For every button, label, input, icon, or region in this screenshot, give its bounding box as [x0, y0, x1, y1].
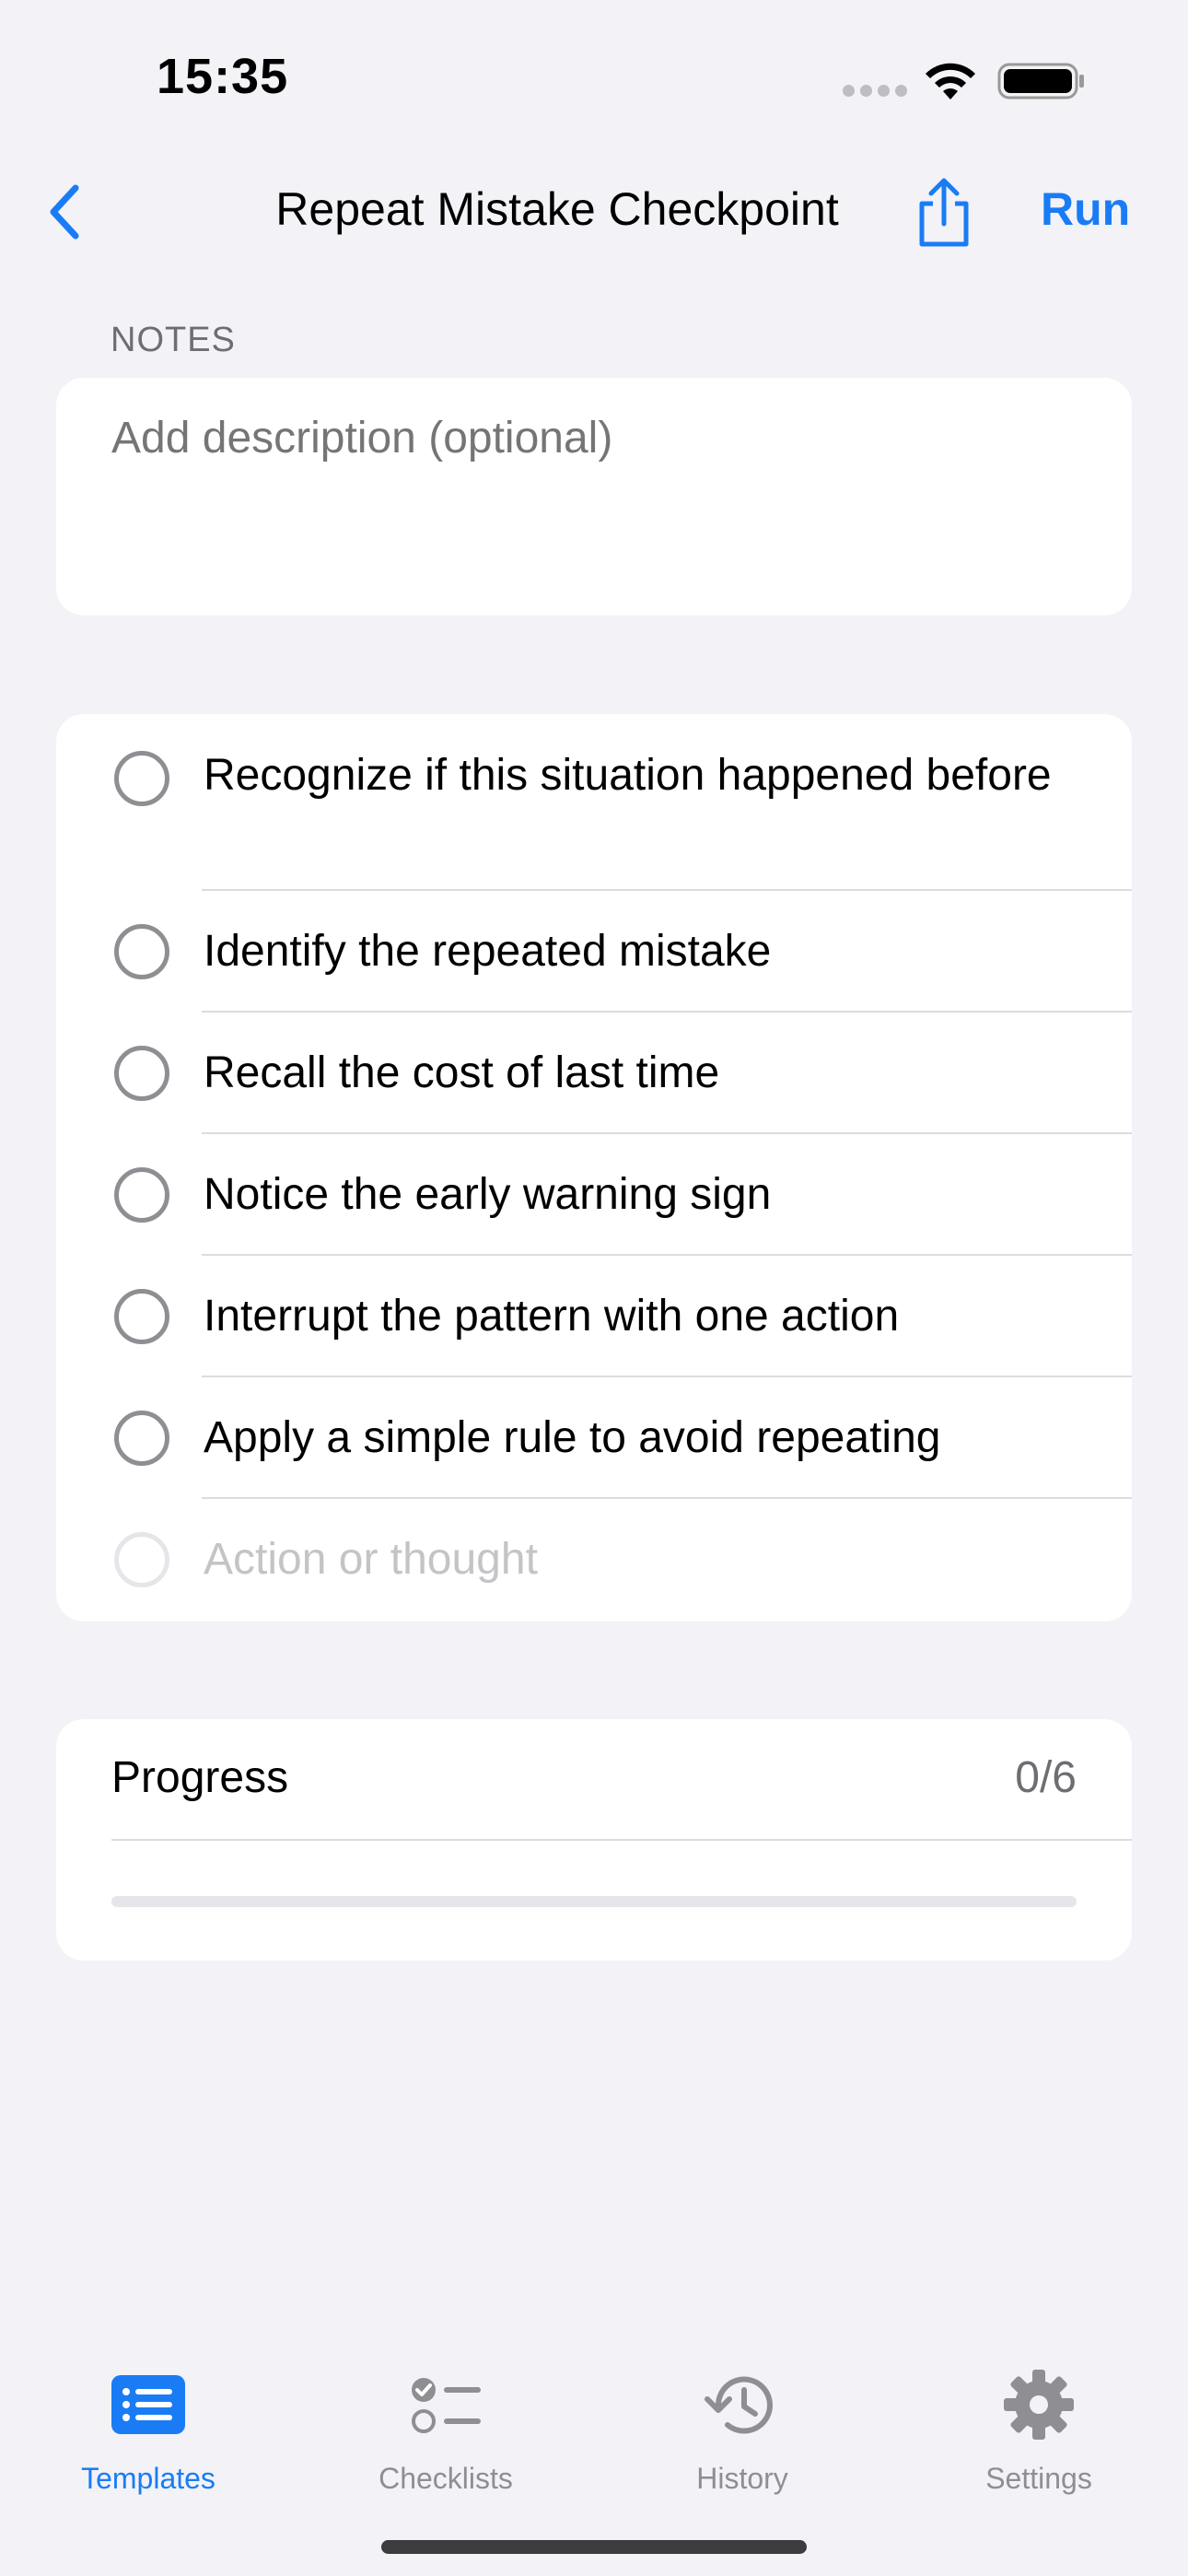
- tab-bar: Templates Checklists History Settings: [0, 2340, 1188, 2506]
- status-bar: 15:35: [0, 0, 1188, 157]
- checklist-card: Recognize if this situation happened bef…: [56, 714, 1132, 1622]
- progress-label: Progress: [111, 1753, 289, 1802]
- tab-label: History: [696, 2462, 788, 2495]
- new-item-row[interactable]: Action or thought: [56, 1499, 1132, 1622]
- checkbox-circle-icon[interactable]: [114, 924, 169, 979]
- tab-checklists[interactable]: Checklists: [335, 2340, 556, 2497]
- status-time: 15:35: [157, 49, 289, 104]
- checklist-item[interactable]: Notice the early warning sign: [56, 1134, 1132, 1256]
- checklist-item-label: Interrupt the pattern with one action: [204, 1292, 900, 1341]
- checkbox-circle-icon[interactable]: [114, 1411, 169, 1466]
- checklist-item-label: Recognize if this situation happened bef…: [204, 751, 1052, 800]
- checklist-item[interactable]: Recognize if this situation happened bef…: [56, 714, 1132, 891]
- checkbox-circle-icon[interactable]: [114, 1289, 169, 1344]
- history-icon: [705, 2376, 773, 2434]
- wifi-icon: [926, 63, 975, 100]
- page-title: Repeat Mistake Checkpoint: [275, 183, 839, 235]
- tab-history[interactable]: History: [632, 2340, 853, 2497]
- tab-label: Settings: [985, 2462, 1092, 2495]
- progress-card: Progress 0/6: [56, 1719, 1132, 1961]
- checkbox-circle-icon[interactable]: [114, 751, 169, 806]
- battery-icon: [997, 63, 1084, 100]
- progress-count: 0/6: [1015, 1753, 1077, 1802]
- nav-bar: Repeat Mistake Checkpoint Run: [0, 166, 1188, 258]
- notes-description-input[interactable]: [111, 413, 1095, 463]
- checkbox-circle-icon: [114, 1532, 169, 1587]
- checklist-item[interactable]: Apply a simple rule to avoid repeating: [56, 1377, 1132, 1499]
- share-button[interactable]: [907, 171, 981, 254]
- checklist-item-label: Apply a simple rule to avoid repeating: [204, 1413, 941, 1462]
- tab-label: Templates: [81, 2462, 215, 2495]
- checkbox-circle-icon[interactable]: [114, 1167, 169, 1223]
- home-indicator: [381, 2540, 807, 2554]
- checklist-item-label: Notice the early warning sign: [204, 1170, 772, 1219]
- checklist-item-label: Recall the cost of last time: [204, 1048, 720, 1097]
- checkbox-circle-icon[interactable]: [114, 1046, 169, 1101]
- checklist-item[interactable]: Identify the repeated mistake: [56, 891, 1132, 1013]
- share-icon: [919, 178, 969, 247]
- tab-templates[interactable]: Templates: [38, 2340, 259, 2497]
- divider: [111, 1839, 1132, 1841]
- gear-icon: [1004, 2370, 1074, 2440]
- list-icon: [111, 2375, 185, 2434]
- tab-settings[interactable]: Settings: [928, 2340, 1149, 2497]
- checklist-item[interactable]: Recall the cost of last time: [56, 1013, 1132, 1134]
- new-item-input[interactable]: Action or thought: [204, 1529, 1077, 1590]
- checklist-item[interactable]: Interrupt the pattern with one action: [56, 1256, 1132, 1377]
- run-button[interactable]: Run: [1041, 182, 1130, 236]
- notes-header: NOTES: [111, 321, 236, 359]
- progress-bar: [111, 1896, 1077, 1907]
- notes-card: [56, 378, 1132, 615]
- tab-label: Checklists: [379, 2462, 513, 2495]
- checklist-item-label: Identify the repeated mistake: [204, 927, 772, 976]
- checklist-icon: [412, 2378, 481, 2433]
- cellular-signal-icon: [843, 85, 907, 98]
